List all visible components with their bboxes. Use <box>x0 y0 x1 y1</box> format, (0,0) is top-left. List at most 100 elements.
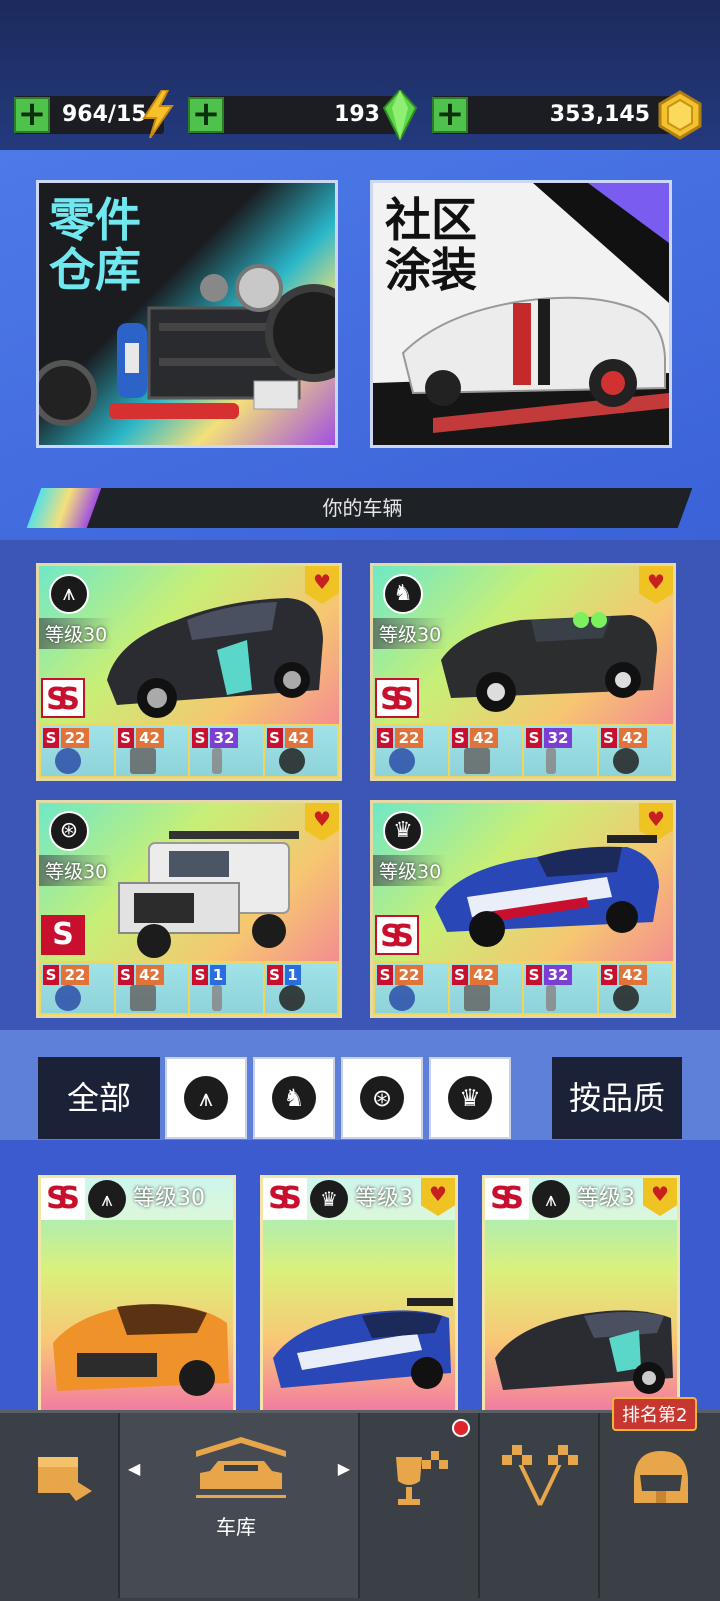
tire-icon <box>612 985 639 1011</box>
car-list-item[interactable]: SS ⩚ 等级30 <box>38 1175 236 1415</box>
grade-badge: SS <box>485 1178 529 1220</box>
brake-icon <box>55 985 81 1011</box>
checkered-flags-icon <box>502 1445 578 1506</box>
suspension-icon <box>546 985 556 1011</box>
livery-title-line2: 涂装 <box>385 243 477 297</box>
vehicle-card[interactable]: ⊛ 等级30 ♥ S S 22 S 42 S1 S1 <box>36 800 342 1018</box>
engine-icon <box>463 748 490 774</box>
nav-garage[interactable]: ◀ 车库 ▶ <box>120 1413 360 1598</box>
part-slot: S 42 <box>115 726 188 776</box>
garage-car-icon <box>196 1437 286 1498</box>
helmet-icon <box>634 1451 688 1503</box>
parts-title-line1: 零件 <box>49 193 141 247</box>
energy-value: 964/15 <box>62 102 147 127</box>
car-illustration <box>435 835 659 947</box>
car-illustration <box>441 612 657 712</box>
nav-profile[interactable]: 排名第2 <box>600 1397 720 1598</box>
part-slot: S 22 <box>41 726 114 776</box>
part-slot: S 32 <box>190 726 263 776</box>
nav-left-arrow[interactable]: ◀ <box>128 1459 140 1478</box>
engine-icon <box>129 985 156 1011</box>
grade-badge: SS <box>41 1178 85 1220</box>
grade-badge: SS <box>375 678 419 718</box>
trophy-flag-icon <box>396 1451 448 1505</box>
crown-icon: ♛ <box>448 1076 492 1120</box>
nav-events[interactable] <box>360 1413 480 1598</box>
nav-races[interactable] <box>480 1413 600 1598</box>
road-icon: ⩚ <box>49 574 89 614</box>
part-slot: S 42 <box>264 726 337 776</box>
grade-badge: SS <box>263 1178 307 1220</box>
grade-badge: S <box>41 915 85 955</box>
wheel-icon: ⊛ <box>360 1076 404 1120</box>
car-illustration <box>273 1298 453 1389</box>
vehicle-card[interactable]: ♞ 等级30 ♥ SS S 22 S 42 S 32 S 42 <box>370 563 676 781</box>
heart-icon: ♥ <box>429 1182 447 1206</box>
part-slot: S 42 <box>598 726 671 776</box>
part-slot: S 42 <box>115 963 188 1013</box>
grade-badge: SS <box>41 678 85 718</box>
parts-row: S 22 S 42 S 32 S 42 <box>39 724 339 778</box>
shop-box-icon <box>38 1457 92 1501</box>
grade-badge: SS <box>375 915 419 955</box>
parts-row: S 22 S 42 S1 S1 <box>39 961 339 1015</box>
car-illustration <box>107 598 323 718</box>
part-slot: S 32 <box>524 726 597 776</box>
community-livery-card[interactable]: 社区 涂装 <box>370 180 672 448</box>
gems-value: 193 <box>334 102 380 127</box>
nav-right-arrow[interactable]: ▶ <box>338 1459 350 1478</box>
tire-icon <box>278 748 305 774</box>
road-icon: ⩚ <box>88 1180 126 1218</box>
parts-row: S 22 S 42 S 32 S 42 <box>373 724 673 778</box>
parts-warehouse-card[interactable]: 零件 仓库 <box>36 180 338 448</box>
car-list-item[interactable]: SS ⩚ 等级3 ♥ <box>482 1175 680 1415</box>
heart-icon: ♥ <box>651 1182 669 1206</box>
tire-icon <box>612 748 639 774</box>
add-energy-button[interactable]: + <box>14 97 50 133</box>
horse-icon: ♞ <box>383 574 423 614</box>
add-gems-button[interactable]: + <box>188 97 224 133</box>
car-illustration <box>118 831 299 958</box>
part-slot: S 42 <box>449 726 522 776</box>
part-slot: S 42 <box>449 963 522 1013</box>
filter-crown-button[interactable]: ♛ <box>429 1057 511 1139</box>
brake-icon <box>389 985 415 1011</box>
part-slot: S1 <box>190 963 263 1013</box>
road-icon: ⩚ <box>532 1180 570 1218</box>
filter-road-button[interactable]: ⩚ <box>165 1057 247 1139</box>
part-slot: S 42 <box>598 963 671 1013</box>
car-list-item[interactable]: SS ♛ 等级3 ♥ <box>260 1175 458 1415</box>
vehicle-card[interactable]: ♛ 等级30 ♥ SS S 22 S 42 S 32 S 42 <box>370 800 676 1018</box>
parts-crate-illustration <box>39 264 335 426</box>
tire-icon <box>278 985 305 1011</box>
road-icon: ⩚ <box>184 1076 228 1120</box>
gem-icon <box>382 88 418 143</box>
wheel-icon: ⊛ <box>49 811 89 851</box>
part-slot: S 22 <box>375 726 448 776</box>
part-slot: S 22 <box>375 963 448 1013</box>
crown-icon: ♛ <box>310 1180 348 1218</box>
part-slot: S 22 <box>41 963 114 1013</box>
filter-horse-button[interactable]: ♞ <box>253 1057 335 1139</box>
nav-shop[interactable] <box>0 1413 120 1598</box>
nav-garage-label: 车库 <box>216 1515 256 1539</box>
filter-wheel-button[interactable]: ⊛ <box>341 1057 423 1139</box>
sort-by-quality-button[interactable]: 按品质 <box>552 1057 682 1139</box>
lightning-icon <box>140 89 176 139</box>
brake-icon <box>55 748 81 774</box>
crown-icon: ♛ <box>383 811 423 851</box>
engine-icon <box>463 985 490 1011</box>
brake-icon <box>389 748 415 774</box>
horse-icon: ♞ <box>272 1076 316 1120</box>
part-slot: S 32 <box>524 963 597 1013</box>
vehicle-card[interactable]: ⩚ 等级30 ♥ SS S 22 S 42 S 32 S 42 <box>36 563 342 781</box>
engine-icon <box>129 748 156 774</box>
suspension-icon <box>212 748 222 774</box>
add-coins-button[interactable]: + <box>432 97 468 133</box>
filter-all-button[interactable]: 全部 <box>38 1057 160 1139</box>
your-vehicles-title: 你的车辆 <box>322 496 403 520</box>
part-slot: S1 <box>264 963 337 1013</box>
parts-row: S 22 S 42 S 32 S 42 <box>373 961 673 1015</box>
vehicle-level: 等级30 <box>133 1186 205 1211</box>
notification-dot <box>452 1419 470 1437</box>
